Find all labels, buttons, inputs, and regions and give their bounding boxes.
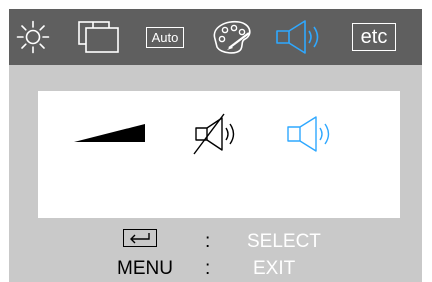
tab-bar: Auto etc xyxy=(9,9,422,65)
mute-option[interactable] xyxy=(192,112,254,156)
tab-brightness[interactable] xyxy=(13,9,53,65)
legend-exit-label: EXIT xyxy=(253,258,296,279)
picture-frames-icon xyxy=(78,21,119,53)
speaker-muted-icon xyxy=(193,113,235,155)
unmute-option[interactable] xyxy=(284,113,346,155)
etc-icon: etc xyxy=(351,23,397,51)
legend-separator-select: : xyxy=(205,231,211,252)
palette-icon xyxy=(213,20,251,54)
tab-picture[interactable] xyxy=(71,9,131,65)
enter-arrow-glyph xyxy=(130,233,150,244)
legend-select-label: SELECT xyxy=(247,231,321,252)
sun-icon xyxy=(16,20,50,54)
volume-option[interactable] xyxy=(74,123,146,143)
legend-separator-exit: : xyxy=(205,258,211,279)
tab-color[interactable] xyxy=(203,9,259,65)
audio-options-area xyxy=(38,91,400,218)
volume-ramp-icon xyxy=(74,124,145,142)
speaker-icon xyxy=(287,116,330,152)
tab-audio[interactable] xyxy=(269,9,331,65)
speaker-icon xyxy=(276,20,319,54)
legend-menu-key: MENU xyxy=(117,258,173,279)
enter-key-icon xyxy=(123,229,157,247)
auto-icon: Auto xyxy=(145,26,185,48)
osd-menu: Auto etc: SELECT MENU: EXIT xyxy=(0,0,432,282)
tab-etc[interactable]: etc xyxy=(349,9,399,65)
tab-auto[interactable]: Auto xyxy=(141,9,189,65)
osd-panel: Auto etc: SELECT MENU: EXIT xyxy=(9,9,422,282)
